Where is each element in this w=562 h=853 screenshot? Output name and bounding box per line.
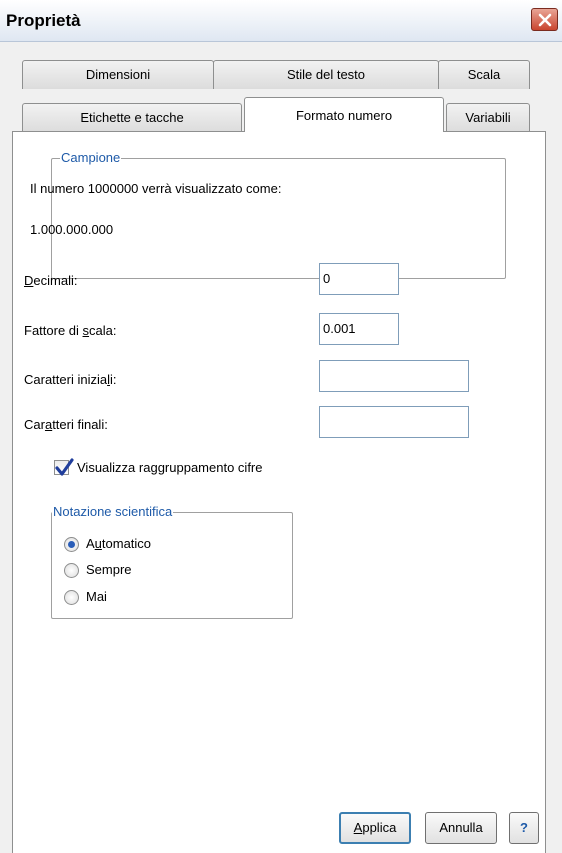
- cancel-button[interactable]: Annulla: [425, 812, 497, 844]
- scale-factor-input[interactable]: 0.001: [319, 313, 399, 345]
- tab-etichette-e-tacche[interactable]: Etichette e tacche: [22, 103, 242, 132]
- grouping-label[interactable]: Visualizza raggruppamento cifre: [77, 460, 262, 475]
- apply-button[interactable]: Applica: [339, 812, 411, 844]
- sample-result: 1.000.000.000: [30, 222, 114, 237]
- radio-sempre[interactable]: [64, 563, 79, 578]
- checkmark-icon: [55, 458, 74, 476]
- radio-mai[interactable]: [64, 590, 79, 605]
- radio-mai-label[interactable]: Mai: [86, 589, 107, 604]
- radio-automatico[interactable]: [64, 537, 79, 552]
- trailing-chars-label: Caratteri finali:: [24, 417, 108, 432]
- radio-automatico-label[interactable]: Automatico: [86, 536, 151, 551]
- sample-description: Il numero 1000000 verrà visualizzato com…: [30, 181, 282, 196]
- tab-stile-del-testo[interactable]: Stile del testo: [213, 60, 439, 89]
- trailing-chars-input[interactable]: [319, 406, 469, 438]
- title-bar: Proprietà: [0, 0, 562, 42]
- tab-panel: Campione Il numero 1000000 verrà visuali…: [12, 131, 546, 853]
- help-button[interactable]: ?: [509, 812, 539, 844]
- close-icon: [538, 13, 552, 27]
- sample-legend: Campione: [60, 150, 122, 165]
- decimals-input[interactable]: 0: [319, 263, 399, 295]
- window-title: Proprietà: [6, 11, 81, 30]
- scientific-notation-legend: Notazione scientifica: [52, 504, 174, 519]
- tab-variabili[interactable]: Variabili: [446, 103, 530, 132]
- scientific-notation-group: Notazione scientifica Automatico Sempre …: [51, 504, 293, 619]
- grouping-checkbox[interactable]: [54, 458, 74, 476]
- decimals-label: Decimali:: [24, 273, 78, 288]
- tab-formato-numero[interactable]: Formato numero: [244, 97, 444, 132]
- scale-factor-label: Fattore di scala:: [24, 323, 117, 338]
- tab-scala[interactable]: Scala: [438, 60, 530, 89]
- leading-chars-input[interactable]: [319, 360, 469, 392]
- sample-group: Campione Il numero 1000000 verrà visuali…: [30, 150, 506, 279]
- leading-chars-label: Caratteri iniziali:: [24, 372, 117, 387]
- radio-sempre-label[interactable]: Sempre: [86, 562, 132, 577]
- close-button[interactable]: [531, 8, 558, 31]
- tab-dimensioni[interactable]: Dimensioni: [22, 60, 214, 89]
